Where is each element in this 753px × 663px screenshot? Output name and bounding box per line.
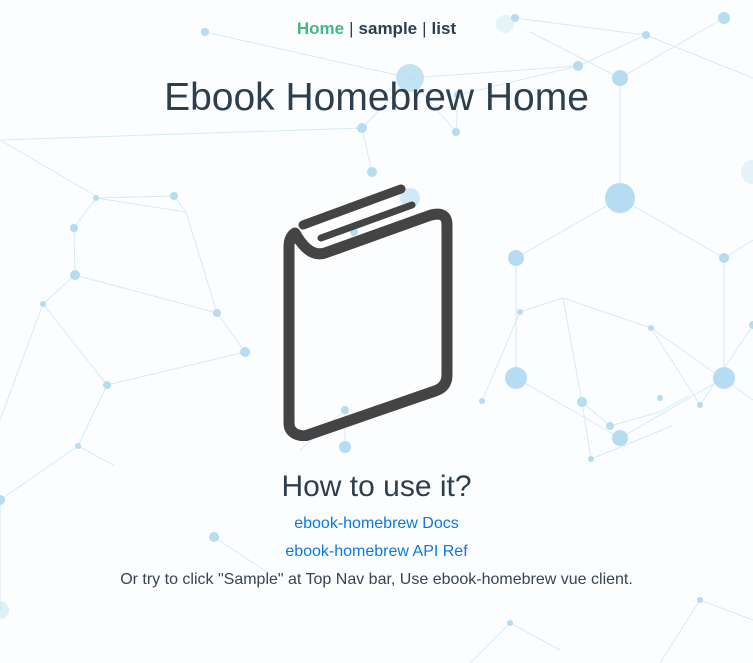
api-ref-link[interactable]: ebook-homebrew API Ref — [285, 543, 467, 560]
nav-separator: | — [422, 19, 427, 38]
main-content: Home | sample | list Ebook Homebrew Home How… — [0, 0, 753, 663]
top-nav: Home | sample | list — [0, 19, 753, 39]
usage-hint: Or try to click "Sample" at Top Nav bar,… — [120, 571, 633, 588]
page-title: Ebook Homebrew Home — [164, 76, 589, 119]
nav-home-link[interactable]: Home — [297, 19, 344, 38]
api-ref-link-row: ebook-homebrew API Ref — [0, 543, 753, 561]
docs-link-row: ebook-homebrew Docs — [0, 515, 753, 533]
docs-link[interactable]: ebook-homebrew Docs — [294, 515, 459, 532]
nav-sample-link[interactable]: sample — [359, 19, 418, 38]
book-icon — [283, 184, 453, 441]
section-title: How to use it? — [281, 470, 472, 503]
nav-list-link[interactable]: list — [432, 19, 457, 38]
nav-separator: | — [349, 19, 354, 38]
